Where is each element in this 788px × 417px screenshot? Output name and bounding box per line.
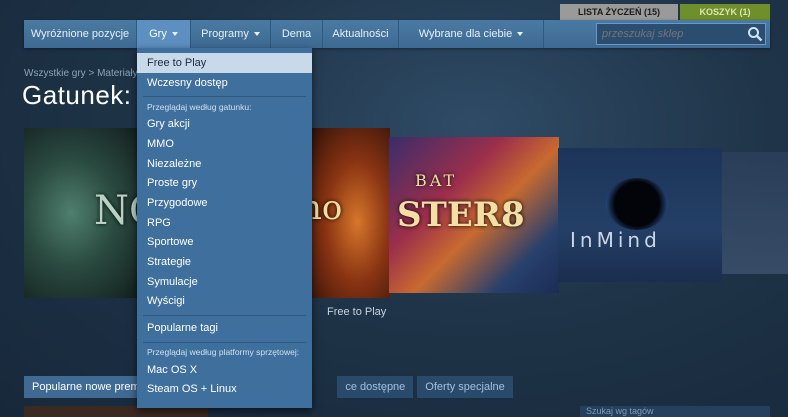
carousel-tile[interactable]: NO xyxy=(24,128,142,298)
nav-recommended-label: Wybrane dla ciebie xyxy=(418,28,513,40)
orb-graphic xyxy=(606,178,668,230)
menu-item-adventure[interactable]: Przygodowe xyxy=(137,193,312,213)
tile-logo-text: NO xyxy=(94,188,142,234)
menu-item-popular-tags[interactable]: Popularne tagi xyxy=(137,318,312,338)
carousel-tile[interactable] xyxy=(722,152,788,274)
nav-news-label: Aktualności xyxy=(332,28,389,40)
menu-divider xyxy=(143,341,306,343)
tile-logo-text: BAT xyxy=(415,171,458,190)
nav-news[interactable]: Aktualności xyxy=(323,20,399,48)
cart-button[interactable]: KOSZYK (1) xyxy=(680,4,770,20)
nav-recommended[interactable]: Wybrane dla ciebie xyxy=(399,20,544,48)
breadcrumb[interactable]: Wszystkie gry > Materiały xyxy=(24,68,138,79)
carousel-tile[interactable]: ho xyxy=(308,128,390,298)
chevron-down-icon xyxy=(253,32,260,36)
menu-item-linux[interactable]: Steam OS + Linux xyxy=(137,380,312,400)
menu-item-rpg[interactable]: RPG xyxy=(137,213,312,233)
nav-featured-label: Wyróżnione pozycje xyxy=(30,28,130,40)
carousel-caption: Free to Play xyxy=(327,306,387,318)
menu-item-strategy[interactable]: Strategie xyxy=(137,252,312,272)
menu-heading-genres: Przeglądaj według gatunku: xyxy=(147,101,252,112)
page-title: Gatunek: xyxy=(22,80,132,110)
menu-item-casual[interactable]: Proste gry xyxy=(137,173,312,193)
store-search xyxy=(596,23,766,45)
tile-logo-text: InMind xyxy=(570,228,661,252)
nav-software[interactable]: Programy xyxy=(191,20,271,48)
top-buttons: LISTA ŻYCZEŃ (15) KOSZYK (1) xyxy=(560,4,770,20)
nav-software-label: Programy xyxy=(201,28,249,40)
tile-logo-text: ho xyxy=(308,188,343,228)
tile-logo-text: STER8 xyxy=(397,195,525,235)
carousel-tile[interactable]: InMind xyxy=(558,148,722,282)
chevron-down-icon xyxy=(517,32,524,36)
nav-demos-label: Dema xyxy=(281,28,312,40)
nav-demos[interactable]: Dema xyxy=(271,20,323,48)
menu-divider xyxy=(143,96,306,98)
tab-specials[interactable]: Oferty specjalne xyxy=(417,376,513,398)
search-icon[interactable] xyxy=(745,24,765,44)
tag-filter-header: Szukaj wg tagów xyxy=(580,406,770,417)
menu-item-mac[interactable]: Mac OS X xyxy=(137,360,312,380)
store-nav-bar: Wyróżnione pozycje Gry Programy Dema Akt… xyxy=(24,20,770,48)
nav-games[interactable]: Gry xyxy=(137,20,191,48)
menu-item-racing[interactable]: Wyścigi xyxy=(137,292,312,312)
menu-divider xyxy=(143,315,306,317)
games-dropdown-menu: Free to Play Wczesny dostęp Przeglądaj w… xyxy=(137,48,312,408)
menu-item-mmo[interactable]: MMO xyxy=(137,134,312,154)
search-input[interactable] xyxy=(597,28,745,40)
menu-item-early-access[interactable]: Wczesny dostęp xyxy=(137,73,312,93)
menu-item-free-to-play[interactable]: Free to Play xyxy=(137,53,312,73)
menu-heading-platforms: Przeglądaj według platformy sprzętowej: xyxy=(147,347,300,358)
nav-games-label: Gry xyxy=(149,28,167,40)
wishlist-button[interactable]: LISTA ŻYCZEŃ (15) xyxy=(560,4,678,20)
nav-featured[interactable]: Wyróżnione pozycje xyxy=(24,20,137,48)
tab-available[interactable]: ce dostępne xyxy=(337,376,414,398)
menu-item-action[interactable]: Gry akcji xyxy=(137,114,312,134)
carousel-tile-featured[interactable]: BAT STER8 xyxy=(389,137,559,293)
menu-item-simulation[interactable]: Symulacje xyxy=(137,272,312,292)
chevron-down-icon xyxy=(171,32,178,36)
menu-item-sports[interactable]: Sportowe xyxy=(137,233,312,253)
menu-item-indie[interactable]: Niezależne xyxy=(137,154,312,174)
